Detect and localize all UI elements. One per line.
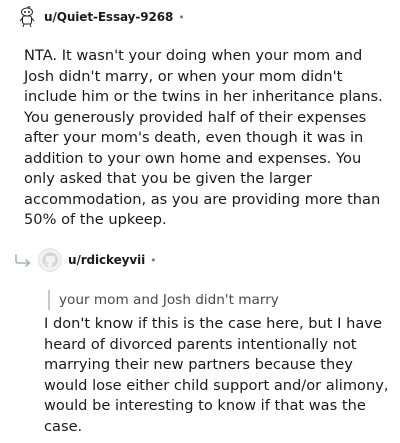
- separator-dot: •: [178, 10, 185, 24]
- comment-username[interactable]: u/rdickeyvii: [68, 253, 145, 267]
- quoted-text: your mom and Josh didn't marry: [48, 290, 389, 310]
- snoo-avatar-icon[interactable]: [16, 6, 38, 28]
- reply-arrow-icon: [14, 253, 34, 272]
- comment-author-row: u/rdickeyvii •: [38, 248, 157, 272]
- comment-author-row: u/Quiet-Essay-9268 •: [16, 6, 185, 28]
- github-octocat-avatar-icon[interactable]: [38, 248, 62, 272]
- comment-username[interactable]: u/Quiet-Essay-9268: [44, 10, 173, 24]
- comment-body: NTA. It wasn't your doing when your mom …: [24, 47, 383, 228]
- separator-dot: •: [150, 253, 157, 267]
- comment-body: I don't know if this is the case here, b…: [44, 315, 389, 435]
